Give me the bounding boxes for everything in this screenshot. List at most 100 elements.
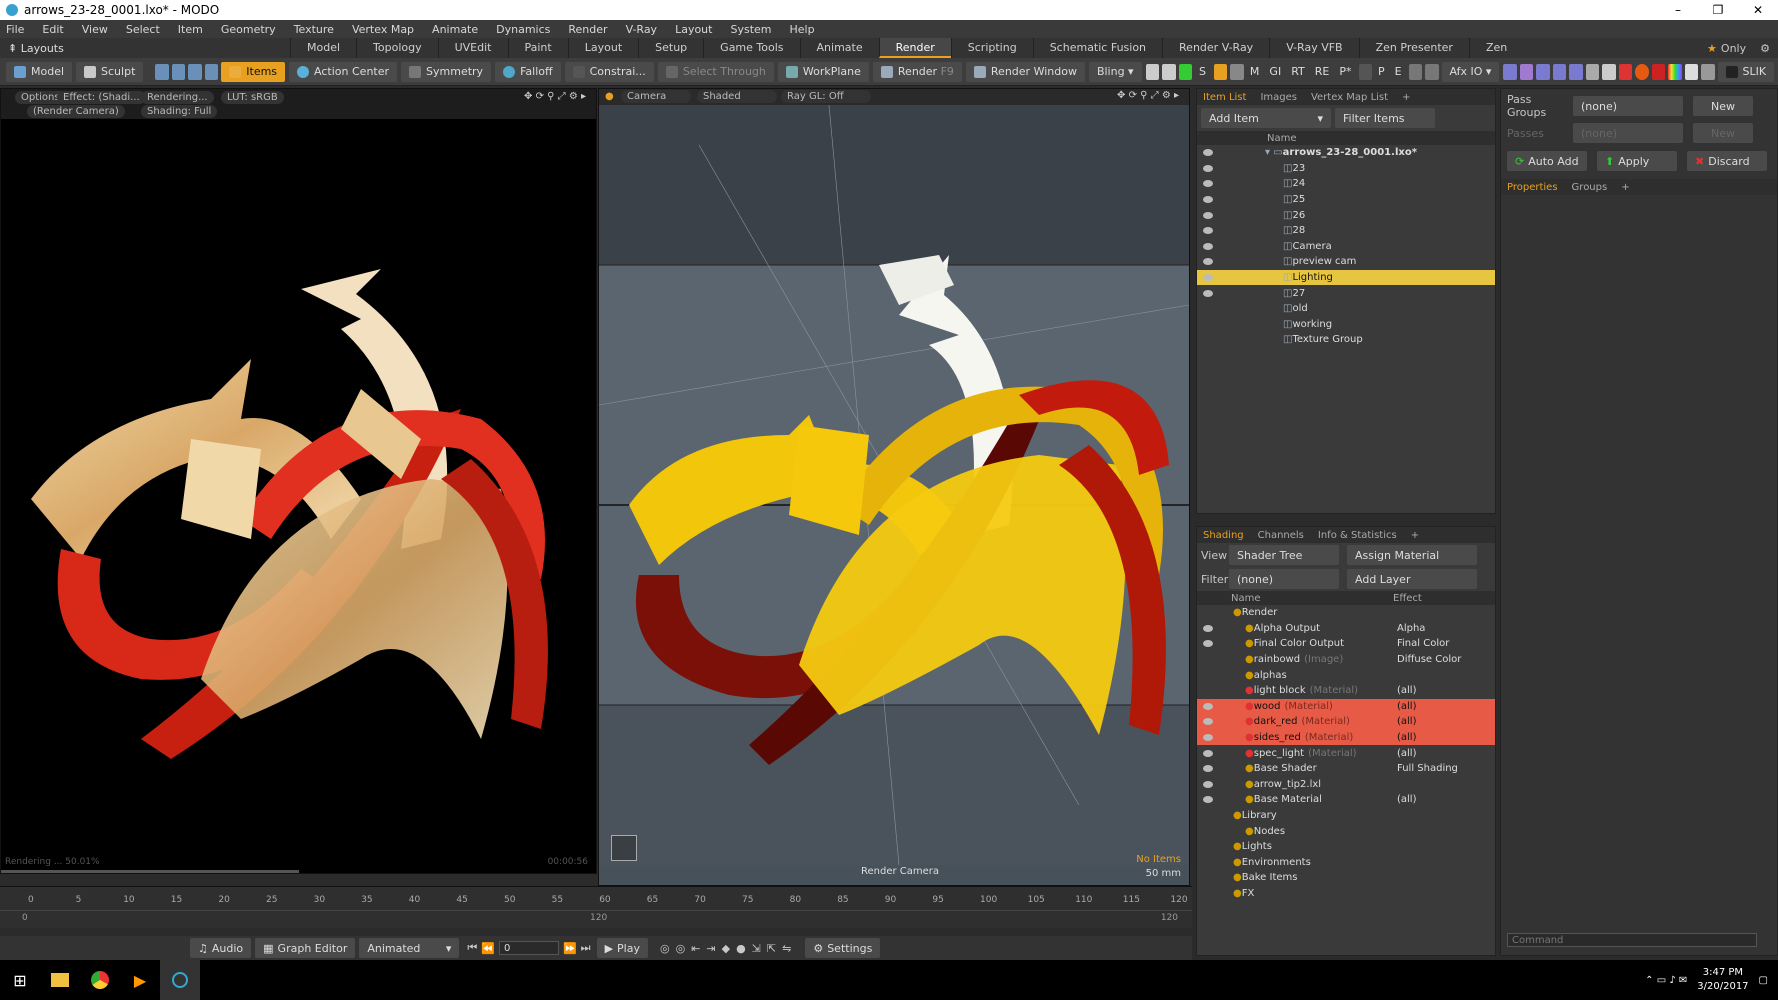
last-frame-icon[interactable]: ⏭ <box>581 941 591 955</box>
view-dropdown[interactable]: Shader Tree <box>1229 545 1339 565</box>
rendering-dropdown[interactable]: Rendering... <box>141 91 214 104</box>
clock[interactable]: 3:47 PM 3/20/2017 <box>1697 966 1748 994</box>
visibility-eye-icon[interactable] <box>1203 749 1213 757</box>
apply-button[interactable]: ⬆ Apply <box>1597 151 1677 171</box>
file-explorer-icon[interactable] <box>40 960 80 1000</box>
shader-row[interactable]: ● wood (Material) (all) <box>1197 698 1495 715</box>
layout-tab-scripting[interactable]: Scripting <box>950 38 1033 58</box>
layout-tab-paint[interactable]: Paint <box>507 38 568 58</box>
visibility-eye-icon[interactable] <box>1203 180 1213 188</box>
item-row[interactable]: ◫ 26 <box>1197 207 1495 223</box>
visibility-eye-icon[interactable] <box>1203 734 1213 742</box>
polygons-select-icon[interactable] <box>188 63 202 80</box>
list-icon[interactable] <box>1585 63 1600 80</box>
shading-dropdown[interactable]: Shading: Full <box>141 105 218 118</box>
filter-items-dropdown[interactable]: Filter Items <box>1335 108 1435 128</box>
item-row[interactable]: ◫ Lighting <box>1197 269 1495 286</box>
menu-render[interactable]: Render <box>568 23 607 36</box>
tab-images[interactable]: Images <box>1260 92 1297 103</box>
timeline-settings-button[interactable]: ⚙ Settings <box>805 938 881 958</box>
item-row[interactable]: ◫ 23 <box>1197 161 1495 177</box>
help-icon[interactable] <box>1425 63 1439 80</box>
shader-row[interactable]: ● arrow_tip2.lxl <box>1197 777 1495 793</box>
shader-row[interactable]: ● alphas <box>1197 667 1495 683</box>
render-window-button[interactable]: Render Window <box>965 61 1085 82</box>
item-row[interactable]: ◫ old <box>1197 301 1495 317</box>
item-row[interactable]: ◫ 25 <box>1197 192 1495 208</box>
layout-tab-animate[interactable]: Animate <box>799 38 879 58</box>
visibility-eye-icon[interactable] <box>1203 765 1213 773</box>
p-star-toggle[interactable]: P* <box>1336 62 1354 82</box>
layout-tab-zen[interactable]: Zen <box>1468 38 1523 58</box>
shader-row[interactable]: ● Bake Items <box>1197 870 1495 886</box>
chrome-icon[interactable] <box>80 960 120 1000</box>
visibility-eye-icon[interactable] <box>1203 718 1213 726</box>
layout-tab-render[interactable]: Render <box>878 38 951 58</box>
menu-item[interactable]: Item <box>178 23 203 36</box>
notifications-icon[interactable]: ▢ <box>1759 975 1768 986</box>
assign-material-button[interactable]: Assign Material <box>1347 545 1477 565</box>
raygl-dropdown[interactable]: Ray GL: Off <box>781 90 871 103</box>
current-frame-input[interactable] <box>498 941 559 955</box>
tab-info-statistics[interactable]: Info & Statistics <box>1318 530 1397 541</box>
orange-toggle-icon[interactable] <box>1213 63 1228 80</box>
add-tab-icon[interactable]: + <box>1402 92 1410 103</box>
tray-icons[interactable]: ⌃ ▭ ♪ ✉ <box>1645 975 1687 986</box>
auto-add-button[interactable]: ⟳ Auto Add <box>1507 151 1587 171</box>
prev-key-icon[interactable]: ⏪ <box>481 942 495 955</box>
camera-view-dropdown[interactable]: Camera <box>621 90 691 103</box>
layout-tab-topology[interactable]: Topology <box>356 38 438 58</box>
menu-vray[interactable]: V-Ray <box>626 23 658 36</box>
media-player-icon[interactable]: ▶ <box>120 960 160 1000</box>
visibility-eye-icon[interactable] <box>1203 624 1213 632</box>
visibility-eye-icon[interactable] <box>1203 274 1213 282</box>
snap-icon[interactable] <box>1503 63 1517 80</box>
item-row[interactable]: ◫ Texture Group <box>1197 332 1495 348</box>
layouts-menu[interactable]: ⇞ Layouts <box>0 42 290 55</box>
menu-dynamics[interactable]: Dynamics <box>496 23 550 36</box>
render-preview-viewport[interactable]: Options Effect: (Shadi... Rendering... L… <box>0 88 597 874</box>
close-button[interactable]: ✕ <box>1738 0 1778 20</box>
effect-dropdown[interactable]: Effect: (Shadi... <box>57 91 146 104</box>
layout-tab-v-ray-vfb[interactable]: V-Ray VFB <box>1269 38 1358 58</box>
visibility-eye-icon[interactable] <box>1203 289 1213 297</box>
layout-tab-uvedit[interactable]: UVEdit <box>437 38 508 58</box>
tools-icon[interactable] <box>1408 63 1423 80</box>
menu-view[interactable]: View <box>82 23 108 36</box>
next-key-icon[interactable]: ⏩ <box>563 942 577 955</box>
add-properties-tab-icon[interactable]: + <box>1621 182 1629 193</box>
visibility-eye-icon[interactable] <box>1203 702 1213 710</box>
materials-select-icon[interactable] <box>204 63 219 80</box>
item-row[interactable]: ◫ 24 <box>1197 176 1495 192</box>
viewport-nav-icons[interactable]: ✥ ⟳ ⚲ ⤢ ⚙ ▸ <box>524 91 586 102</box>
gear-icon[interactable]: ⚙ <box>1760 42 1770 55</box>
shader-row[interactable]: ● Lights <box>1197 839 1495 855</box>
shader-row[interactable]: ● Alpha Output Alpha <box>1197 621 1495 637</box>
render-button[interactable]: Render F9 <box>872 61 962 82</box>
shader-row[interactable]: ● sides_red (Material) (all) <box>1197 729 1495 746</box>
layout-tab-schematic-fusion[interactable]: Schematic Fusion <box>1032 38 1162 58</box>
item-row[interactable]: ◫ 28 <box>1197 223 1495 239</box>
shader-row[interactable]: ● Render <box>1197 605 1495 621</box>
new-pass-group-button[interactable]: New <box>1693 96 1753 116</box>
new-pass-button[interactable]: New <box>1693 123 1753 143</box>
shader-row[interactable]: ● Environments <box>1197 855 1495 871</box>
command-input[interactable] <box>1507 933 1757 947</box>
visibility-eye-icon[interactable] <box>1203 164 1213 172</box>
menu-edit[interactable]: Edit <box>42 23 63 36</box>
model-mode-button[interactable]: Model <box>6 61 73 82</box>
add-item-dropdown[interactable]: Add Item ▾ <box>1201 108 1331 128</box>
audio-button[interactable]: ♫ Audio <box>190 938 252 958</box>
shader-row[interactable]: ● spec_light (Material) (all) <box>1197 745 1495 761</box>
s-toggle[interactable]: S <box>1195 62 1210 82</box>
shader-row[interactable]: ● Base Shader Full Shading <box>1197 761 1495 777</box>
tab-item-list[interactable]: Item List <box>1203 92 1246 103</box>
3d-viewport-nav-icons[interactable]: ✥ ⟳ ⚲ ⤢ ⚙ ▸ <box>1117 90 1179 101</box>
menu-texture[interactable]: Texture <box>294 23 334 36</box>
add-shading-tab-icon[interactable]: + <box>1411 530 1419 541</box>
gi-toggle[interactable]: GI <box>1266 62 1284 82</box>
action-center-button[interactable]: Action Center <box>289 61 398 82</box>
shader-row[interactable]: ● Nodes <box>1197 823 1495 839</box>
menu-select[interactable]: Select <box>126 23 160 36</box>
key-tools-icons[interactable]: ◎◎⇤⇥◆●⇲⇱⇋ <box>660 942 797 955</box>
